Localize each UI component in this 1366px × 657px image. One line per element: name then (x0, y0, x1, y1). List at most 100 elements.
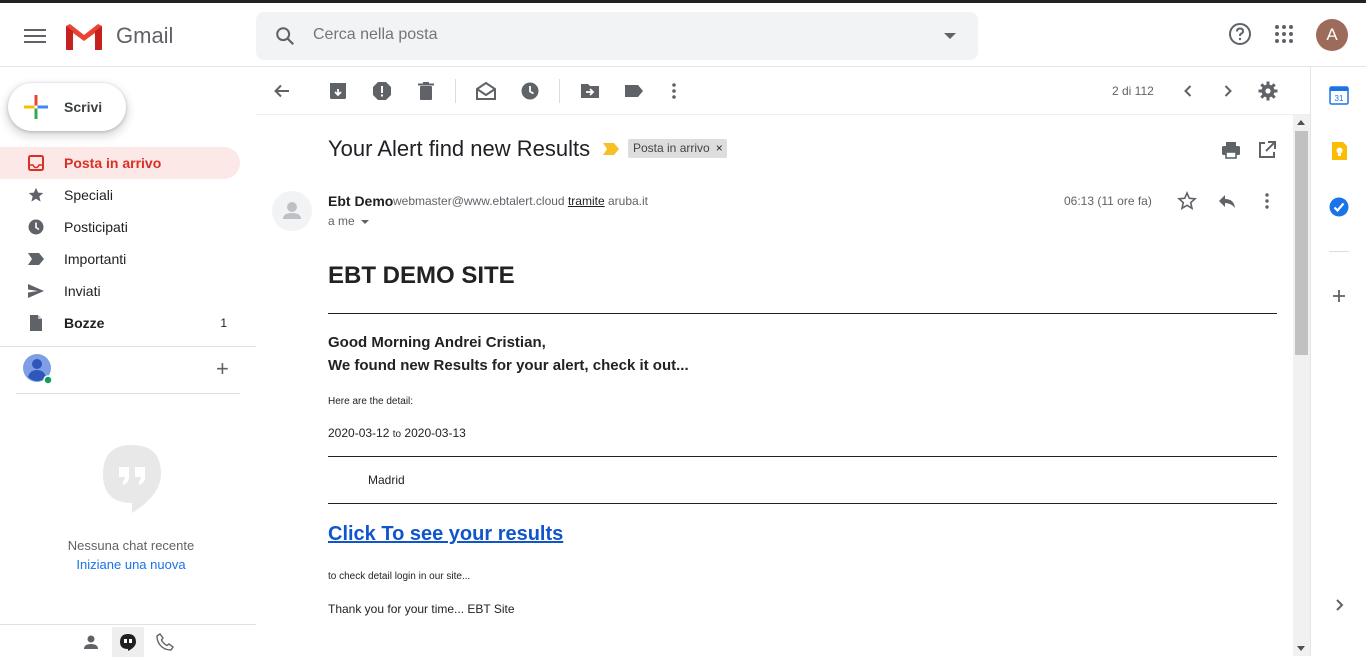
recipient-dropdown-icon[interactable] (360, 219, 369, 224)
more-options-icon[interactable] (664, 81, 684, 101)
sidebar-item-label: Bozze (64, 315, 105, 331)
start-new-chat-link[interactable]: Iniziane una nuova (0, 557, 262, 572)
calendar-icon[interactable]: 31 (1329, 85, 1349, 105)
email-greeting: Good Morning Andrei Cristian, (328, 334, 546, 351)
sidebar-item-label: Inviati (64, 283, 101, 299)
archive-icon[interactable] (328, 81, 348, 101)
older-chevron-right-icon[interactable] (1218, 81, 1238, 101)
search-options-icon[interactable] (944, 33, 956, 39)
contacts-icon[interactable] (82, 633, 100, 651)
sidebar-item-snoozed[interactable]: Posticipati (0, 211, 240, 243)
star-icon (28, 187, 44, 202)
sidebar-item-label: Importanti (64, 251, 127, 267)
sidebar-divider (0, 346, 256, 347)
main-menu-icon[interactable] (24, 29, 46, 43)
sidebar-item-inbox[interactable]: Posta in arrivo (0, 147, 240, 179)
important-icon (28, 253, 44, 265)
hangouts-user-avatar-icon[interactable] (22, 354, 52, 384)
email-site-title: EBT DEMO SITE (328, 262, 515, 289)
date-to: 2020-03-13 (404, 426, 466, 440)
gmail-logo-icon[interactable] (64, 22, 104, 52)
toolbar-separator (559, 79, 560, 103)
via-domain: aruba.it (607, 194, 648, 208)
newer-chevron-left-icon[interactable] (1178, 81, 1198, 101)
message-subject: Your Alert find new Results (328, 136, 591, 161)
sidebar-item-sent[interactable]: Inviati (0, 275, 240, 307)
importance-marker-icon[interactable] (603, 143, 619, 155)
message-toolbar: 2 di 112 (256, 67, 1310, 115)
body-divider (328, 503, 1277, 504)
message-timestamp: 06:13 (11 ore fa) (1064, 194, 1152, 208)
clock-icon (28, 219, 44, 235)
mark-unread-icon[interactable] (476, 81, 496, 101)
print-icon[interactable] (1221, 140, 1241, 160)
app-name[interactable]: Gmail (116, 23, 173, 49)
expand-panel-chevron-icon[interactable] (1329, 595, 1349, 615)
sidebar-nav: Posta in arrivo Speciali Posticipati Imp… (0, 147, 256, 339)
remove-label-icon[interactable]: × (716, 141, 723, 155)
get-addons-plus-icon[interactable] (1329, 286, 1349, 306)
delete-icon[interactable] (416, 81, 436, 101)
sidebar-item-label: Posticipati (64, 219, 128, 235)
app-header: Gmail A (0, 3, 1366, 67)
see-results-link[interactable]: Click To see your results (328, 523, 563, 546)
sidebar-item-label: Posta in arrivo (64, 155, 162, 171)
compose-label: Scrivi (64, 99, 103, 115)
sidebar-item-label: Speciali (64, 187, 114, 203)
apps-grid-icon[interactable] (1272, 22, 1296, 46)
hangouts-chat-icon[interactable] (119, 633, 137, 651)
send-icon (28, 284, 44, 298)
label-chip-text: Posta in arrivo (633, 141, 710, 155)
toolbar-separator (455, 79, 456, 103)
side-panel: 31 (1310, 67, 1366, 656)
move-to-icon[interactable] (580, 81, 600, 101)
help-icon[interactable] (1228, 22, 1252, 46)
pagination-text: 2 di 112 (1112, 84, 1154, 98)
email-city: Madrid (368, 473, 405, 487)
scroll-up-arrow-icon[interactable] (1297, 120, 1305, 125)
search-input[interactable] (313, 26, 913, 44)
sidebar-item-starred[interactable]: Speciali (0, 179, 240, 211)
email-thanks: Thank you for your time... EBT Site (328, 602, 515, 616)
svg-text:31: 31 (1335, 94, 1344, 103)
star-outline-icon[interactable] (1177, 191, 1197, 211)
back-arrow-icon[interactable] (272, 81, 292, 101)
message-scrollbar[interactable] (1293, 115, 1310, 656)
tasks-icon[interactable] (1329, 197, 1349, 217)
compose-plus-icon (24, 95, 48, 119)
search-icon[interactable] (274, 25, 296, 47)
scrollbar-thumb[interactable] (1295, 131, 1308, 355)
body-divider (328, 456, 1277, 457)
chat-bubble-icon (103, 445, 161, 513)
drafts-count: 1 (220, 316, 227, 330)
settings-gear-icon[interactable] (1258, 81, 1278, 101)
scroll-down-arrow-icon[interactable] (1297, 646, 1305, 651)
inbox-label-chip[interactable]: Posta in arrivo × (628, 139, 727, 158)
sidebar-item-drafts[interactable]: Bozze 1 (0, 307, 240, 339)
keep-icon[interactable] (1329, 141, 1349, 161)
draft-icon (30, 315, 42, 331)
email-login-note: to check detail login in our site... (328, 571, 471, 582)
sender-avatar[interactable] (272, 191, 312, 231)
recipient-details-toggle[interactable]: a me (328, 214, 369, 228)
compose-button[interactable]: Scrivi (8, 83, 126, 131)
body-divider (328, 313, 1277, 314)
add-chat-plus-icon[interactable]: + (216, 358, 229, 380)
sender-name[interactable]: Ebt Demo (328, 193, 393, 209)
search-bar[interactable] (256, 12, 978, 60)
via-link[interactable]: tramite (568, 194, 605, 208)
sender-email-line: webmaster@www.ebtalert.cloud tramite aru… (393, 194, 648, 208)
snooze-clock-icon[interactable] (520, 81, 540, 101)
open-new-window-icon[interactable] (1257, 140, 1277, 160)
report-spam-icon[interactable] (372, 81, 392, 101)
email-detail-label: Here are the detail: (328, 396, 414, 407)
message-more-options-icon[interactable] (1257, 191, 1277, 211)
phone-icon[interactable] (156, 633, 174, 651)
sidebar-item-important[interactable]: Importanti (0, 243, 240, 275)
no-recent-chats-text: Nessuna chat recente (67, 538, 195, 553)
reply-icon[interactable] (1217, 191, 1237, 211)
account-avatar[interactable]: A (1316, 19, 1348, 51)
default-person-icon (283, 202, 301, 219)
sender-email: webmaster@www.ebtalert.cloud (393, 194, 565, 208)
label-icon[interactable] (624, 81, 644, 101)
